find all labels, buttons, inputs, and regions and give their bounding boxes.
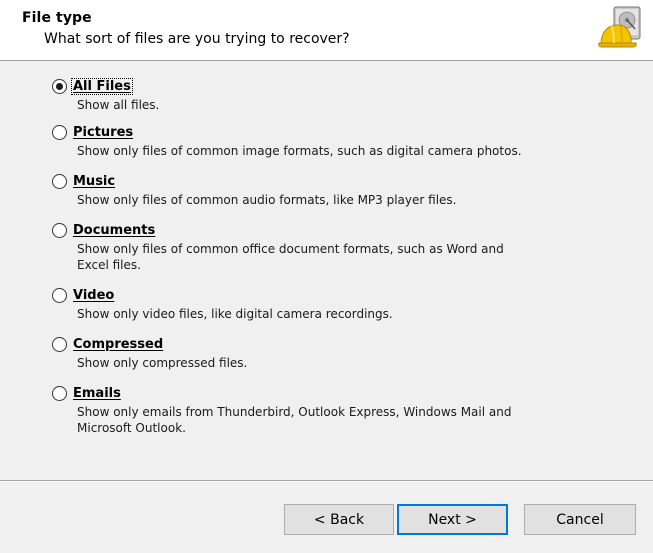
option-music[interactable]: Music Show only files of common audio fo… — [52, 172, 532, 208]
radio-all-files[interactable] — [52, 78, 67, 94]
option-label[interactable]: All Files — [71, 77, 133, 95]
page-title: File type — [22, 10, 92, 26]
option-description: Show only files of common office documen… — [77, 242, 504, 272]
option-description: Show all files. — [77, 98, 160, 112]
option-label[interactable]: Music — [72, 174, 116, 189]
option-description: Show only files of common audio formats,… — [77, 193, 457, 207]
radio-emails[interactable] — [52, 385, 67, 401]
hard-drive-with-hardhat-icon — [598, 5, 646, 53]
option-label[interactable]: Video — [72, 288, 115, 303]
option-description: Show only video files, like digital came… — [77, 307, 393, 321]
page-subtitle: What sort of files are you trying to rec… — [44, 31, 350, 47]
option-emails[interactable]: Emails Show only emails from Thunderbird… — [52, 384, 532, 436]
option-description: Show only emails from Thunderbird, Outlo… — [77, 405, 512, 435]
option-description: Show only compressed files. — [77, 356, 248, 370]
option-compressed[interactable]: Compressed Show only compressed files. — [52, 335, 532, 371]
option-description: Show only files of common image formats,… — [77, 144, 522, 158]
back-button[interactable]: < Back — [284, 504, 394, 535]
wizard-header: File type What sort of files are you try… — [0, 0, 653, 61]
radio-documents[interactable] — [52, 222, 67, 238]
radio-music[interactable] — [52, 173, 67, 189]
option-label[interactable]: Documents — [72, 223, 156, 238]
option-pictures[interactable]: Pictures Show only files of common image… — [52, 123, 532, 159]
radio-pictures[interactable] — [52, 124, 67, 140]
option-label[interactable]: Compressed — [72, 337, 164, 352]
option-documents[interactable]: Documents Show only files of common offi… — [52, 221, 532, 273]
next-button[interactable]: Next > — [397, 504, 508, 535]
option-all-files[interactable]: All Files Show all files. — [52, 77, 532, 113]
footer-divider — [0, 480, 653, 482]
radio-compressed[interactable] — [52, 336, 67, 352]
option-video[interactable]: Video Show only video files, like digita… — [52, 286, 532, 322]
cancel-button[interactable]: Cancel — [524, 504, 636, 535]
radio-video[interactable] — [52, 287, 67, 303]
option-label[interactable]: Emails — [72, 386, 122, 401]
option-label[interactable]: Pictures — [72, 125, 134, 140]
